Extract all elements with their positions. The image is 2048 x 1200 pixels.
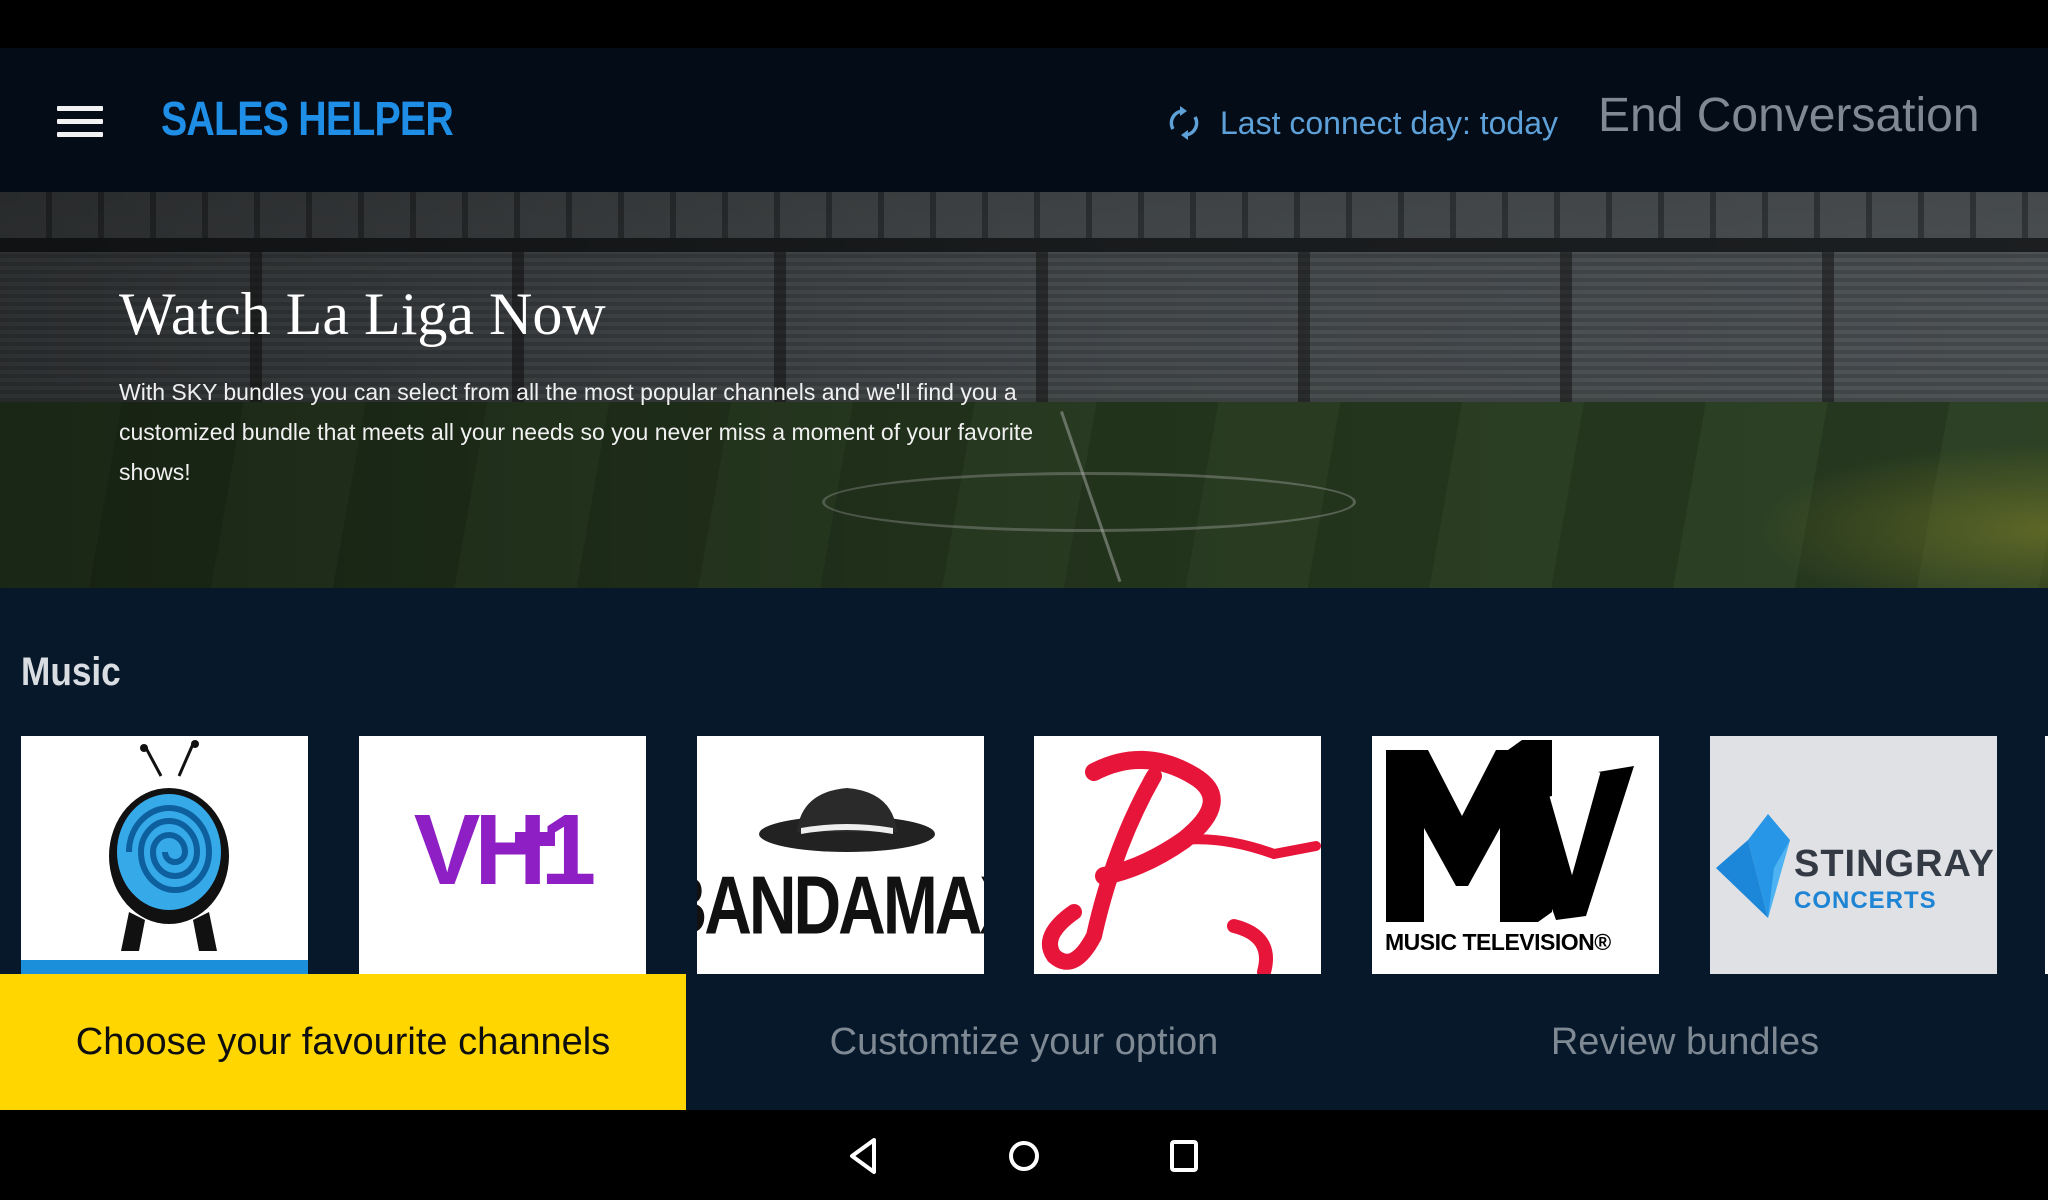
sync-status-text: Last connect day: today <box>1220 104 1558 141</box>
step-tab-review-bundles[interactable]: Review bundles <box>1362 974 2008 1110</box>
hero-description: With SKY bundles you can select from all… <box>119 379 1034 485</box>
hero-banner: Watch La Liga Now With SKY bundles you c… <box>0 192 2048 588</box>
channel-carousel[interactable]: VH1 BANDAMAX <box>0 736 2048 974</box>
channel-tile-mtv[interactable]: MUSIC TELEVISION® <box>1372 736 1659 974</box>
hero-headline: Watch La Liga Now <box>119 281 606 347</box>
bandamax-logo-icon: BANDAMAX <box>697 788 984 951</box>
channel-tile-telehit[interactable] <box>21 736 308 974</box>
step-tab-customize[interactable]: Customtize your option <box>686 974 1362 1110</box>
channel-tile-stingray[interactable]: STINGRAY CONCERTS <box>1710 736 1997 974</box>
channel-tile-ritmoson[interactable] <box>1034 736 1321 974</box>
channel-tile-bandamax[interactable]: BANDAMAX <box>697 736 984 974</box>
app-title: SALES HELPER <box>161 93 454 146</box>
telehit-logo-icon <box>21 740 308 974</box>
svg-text:VH1: VH1 <box>414 794 594 906</box>
svg-text:CONCERTS: CONCERTS <box>1794 887 1937 914</box>
channel-tile-vh1[interactable]: VH1 <box>359 736 646 974</box>
svg-text:MUSIC TELEVISION®: MUSIC TELEVISION® <box>1385 929 1611 955</box>
menu-bar <box>57 132 103 137</box>
mtv-logo-icon: MUSIC TELEVISION® <box>1385 740 1634 955</box>
status-bar <box>0 0 2048 48</box>
home-icon[interactable] <box>1000 1132 1048 1180</box>
svg-text:BANDAMAX: BANDAMAX <box>697 858 984 951</box>
sync-status[interactable]: Last connect day: today <box>1164 98 1564 148</box>
svg-text:STINGRAY: STINGRAY <box>1794 843 1995 885</box>
back-icon[interactable] <box>840 1132 888 1180</box>
section-title: Music <box>21 650 121 694</box>
stingray-logo-icon: STINGRAY CONCERTS <box>1716 814 1995 918</box>
sync-icon <box>1169 106 1199 140</box>
app-bar: SALES HELPER Last connect day: today End… <box>0 48 2048 192</box>
end-conversation-button[interactable]: End Conversation <box>1598 88 1980 143</box>
recents-icon[interactable] <box>1160 1132 1208 1180</box>
vh1-logo-icon: VH1 <box>414 794 600 906</box>
menu-bar <box>57 119 103 124</box>
menu-icon[interactable] <box>48 95 112 145</box>
menu-bar <box>57 106 103 111</box>
step-tabs: Choose your favourite channels Customtiz… <box>0 974 2048 1110</box>
system-nav-bar <box>0 1110 2048 1200</box>
ritmoson-logo-icon <box>1042 750 1321 974</box>
step-tab-choose-channels[interactable]: Choose your favourite channels <box>0 974 686 1110</box>
